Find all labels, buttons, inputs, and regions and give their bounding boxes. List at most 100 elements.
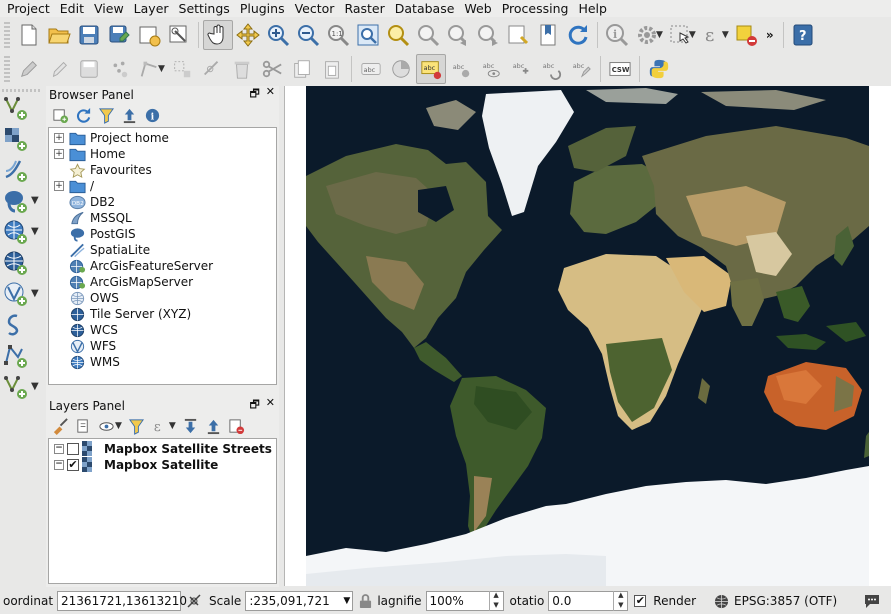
- magnifier-spinner[interactable]: ▲ ▼: [488, 591, 503, 611]
- coordinate-field[interactable]: 21361721,13613210: [57, 591, 187, 611]
- tree-item-wcs[interactable]: WCS: [49, 322, 276, 338]
- tree-item-arcgis-map-server[interactable]: ArcGisMapServer: [49, 274, 276, 290]
- pan-to-selection-icon[interactable]: [233, 20, 263, 50]
- more-icon[interactable]: »: [761, 20, 779, 50]
- copy-features-icon[interactable]: [287, 54, 317, 84]
- save-project-icon[interactable]: [74, 20, 104, 50]
- menu-view[interactable]: View: [89, 0, 129, 17]
- filter-expression-dropdown[interactable]: ▼: [169, 421, 176, 431]
- close-icon[interactable]: ✕: [266, 396, 275, 415]
- float-icon[interactable]: 🗗: [249, 85, 259, 104]
- save-as-icon[interactable]: [104, 20, 134, 50]
- visibility-dropdown[interactable]: ▼: [115, 421, 122, 431]
- label-highlight-icon[interactable]: abc: [415, 54, 446, 84]
- add-group-icon[interactable]: [73, 416, 93, 436]
- change-label-icon[interactable]: abc: [566, 54, 596, 84]
- add-gps-icon[interactable]: [0, 340, 46, 371]
- add-feature-icon[interactable]: [104, 54, 134, 84]
- add-raster-layer-icon[interactable]: [0, 123, 46, 154]
- info-icon[interactable]: i: [142, 105, 162, 125]
- menu-raster[interactable]: Raster: [339, 0, 389, 17]
- expression-select-dropdown[interactable]: ▼: [722, 30, 729, 40]
- layer-visibility-checkbox[interactable]: ✔: [67, 459, 79, 471]
- render-checkbox[interactable]: ✔: [634, 595, 647, 607]
- paste-features-icon[interactable]: [317, 54, 347, 84]
- zoom-to-selection-icon[interactable]: [383, 20, 413, 50]
- label-toolbar-icon[interactable]: abc: [356, 54, 386, 84]
- satellite-world-map[interactable]: [306, 86, 869, 586]
- show-hide-label-icon[interactable]: abc: [476, 54, 506, 84]
- expand-icon[interactable]: +: [54, 133, 64, 143]
- refresh-icon[interactable]: [563, 20, 593, 50]
- add-vector-layer-icon[interactable]: [0, 92, 46, 123]
- crs-button[interactable]: EPSG:3857 (OTF): [734, 594, 837, 608]
- layout-manager-icon[interactable]: [164, 20, 194, 50]
- menu-project[interactable]: Project: [2, 0, 55, 17]
- layer-item-mapbox-satellite[interactable]: − ✔ Mapbox Satellite: [49, 457, 276, 473]
- identify-icon[interactable]: i: [602, 20, 632, 50]
- float-icon[interactable]: 🗗: [249, 396, 259, 415]
- close-icon[interactable]: ✕: [266, 85, 275, 104]
- diagram-options-icon[interactable]: [386, 54, 416, 84]
- filter-expression-icon[interactable]: ε: [150, 416, 170, 436]
- new-bookmark-icon[interactable]: [533, 20, 563, 50]
- deselect-icon[interactable]: [731, 20, 761, 50]
- toggle-extents-icon[interactable]: [185, 593, 203, 609]
- select-dropdown[interactable]: ▼: [689, 30, 696, 40]
- menu-layer[interactable]: Layer: [129, 0, 174, 17]
- menu-web[interactable]: Web: [459, 0, 496, 17]
- add-wms-layer-icon[interactable]: ▼: [0, 216, 46, 247]
- menu-settings[interactable]: Settings: [174, 0, 235, 17]
- zoom-last-icon[interactable]: [443, 20, 473, 50]
- add-virtual-layer-icon[interactable]: ▼: [0, 278, 46, 309]
- expand-icon[interactable]: +: [54, 149, 64, 159]
- filter-legend-icon[interactable]: [127, 416, 147, 436]
- expand-all-icon[interactable]: [181, 416, 201, 436]
- menu-vector[interactable]: Vector: [290, 0, 340, 17]
- add-postgis-layer-icon[interactable]: ▼: [0, 185, 46, 216]
- tree-item-wfs[interactable]: WFS: [49, 338, 276, 354]
- new-shapefile-icon[interactable]: [0, 309, 46, 340]
- save-edits-icon[interactable]: [74, 54, 104, 84]
- toolbar-grip[interactable]: [4, 56, 10, 82]
- add-selected-layers-icon[interactable]: [50, 105, 70, 125]
- tree-item-ows[interactable]: OWS: [49, 290, 276, 306]
- layer-item-mapbox-satellite-streets[interactable]: − Mapbox Satellite Streets: [49, 441, 276, 457]
- filter-icon[interactable]: [96, 105, 116, 125]
- open-project-icon[interactable]: [44, 20, 74, 50]
- menu-help[interactable]: Help: [573, 0, 612, 17]
- node-tool-icon[interactable]: [197, 54, 227, 84]
- add-delimited-text-icon[interactable]: [0, 154, 46, 185]
- zoom-next-icon[interactable]: [473, 20, 503, 50]
- zoom-to-layer-icon[interactable]: [413, 20, 443, 50]
- menu-database[interactable]: Database: [390, 0, 460, 17]
- cut-features-icon[interactable]: [257, 54, 287, 84]
- map-canvas[interactable]: [284, 86, 891, 586]
- tree-item-tile-server[interactable]: Tile Server (XYZ): [49, 306, 276, 322]
- tree-item-spatialite[interactable]: SpatiaLite: [49, 242, 276, 258]
- tree-item-arcgis-feature-server[interactable]: ArcGisFeatureServer: [49, 258, 276, 274]
- toggle-editing-icon[interactable]: [44, 54, 74, 84]
- zoom-full-icon[interactable]: [353, 20, 383, 50]
- toolbar-grip[interactable]: [4, 22, 10, 48]
- tree-item-root[interactable]: + /: [49, 178, 276, 194]
- add-wfs-layer-icon[interactable]: [0, 247, 46, 278]
- move-feature-icon[interactable]: [167, 54, 197, 84]
- rotation-spinner[interactable]: ▲ ▼: [613, 591, 627, 611]
- lock-scale-icon[interactable]: [357, 593, 373, 609]
- new-map-view-icon[interactable]: [503, 20, 533, 50]
- current-edits-icon[interactable]: [14, 54, 44, 84]
- rotate-label-icon[interactable]: abc: [536, 54, 566, 84]
- magnifier-field[interactable]: 100% ▲ ▼: [425, 591, 504, 611]
- refresh-icon[interactable]: [73, 105, 93, 125]
- new-project-icon[interactable]: [14, 20, 44, 50]
- scale-field[interactable]: :235,091,721 ▼: [245, 591, 354, 611]
- tree-item-postgis[interactable]: PostGIS: [49, 226, 276, 242]
- collapse-icon[interactable]: −: [54, 460, 64, 470]
- new-print-layout-icon[interactable]: [134, 20, 164, 50]
- zoom-out-icon[interactable]: [293, 20, 323, 50]
- menu-edit[interactable]: Edit: [55, 0, 89, 17]
- style-icon[interactable]: [50, 416, 70, 436]
- tree-item-favourites[interactable]: Favourites: [49, 162, 276, 178]
- pin-label-icon[interactable]: abc: [446, 54, 476, 84]
